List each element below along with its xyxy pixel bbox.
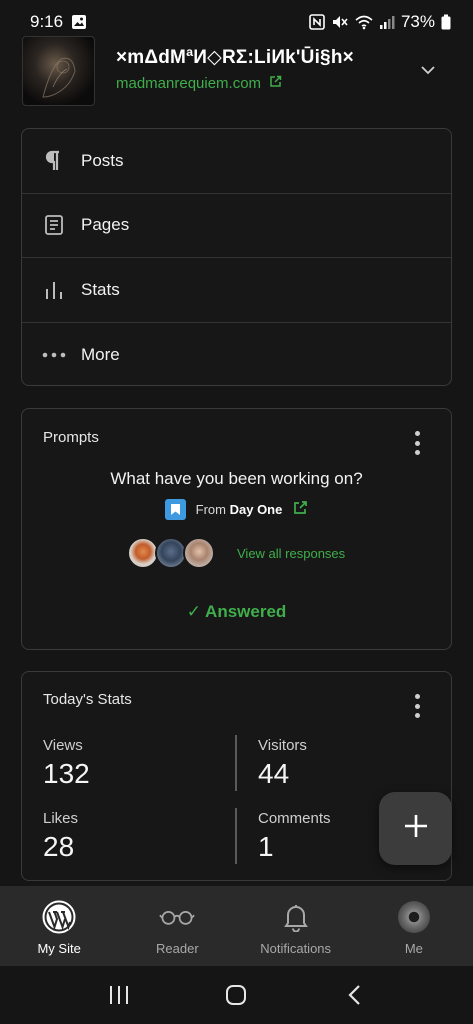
responses-row[interactable]: View all responses (127, 537, 345, 569)
menu-item-label: More (81, 344, 120, 364)
nav-reader[interactable]: Reader (118, 886, 236, 966)
site-menu-card: Posts Pages Stats More (21, 128, 452, 386)
nav-label: Notifications (260, 941, 332, 956)
stats-menu-icon[interactable] (413, 694, 421, 718)
stat-value: 28 (43, 831, 75, 862)
nav-label: Reader (156, 941, 199, 956)
more-horizontal-icon (42, 343, 66, 367)
site-url-text: madmanrequiem.com (116, 75, 262, 92)
mute-icon (331, 14, 349, 30)
prompt-source[interactable]: From Day One (22, 499, 451, 520)
stat-label: Views (43, 737, 83, 754)
glasses-icon (159, 899, 196, 935)
prompt-question: What have you been working on? (110, 469, 363, 488)
stat-value: 1 (258, 831, 274, 862)
source-prefix: From (195, 502, 226, 517)
stat-label: Likes (43, 810, 79, 827)
home-button[interactable] (216, 975, 256, 1015)
external-link-icon (292, 500, 308, 519)
site-header[interactable]: ×mΔdMªИ◇RΣ:LiИk'Ūi§h× madmanrequiem.com (0, 30, 473, 112)
stat-comments: Comments 1 (258, 810, 331, 863)
stat-visitors: Visitors 44 (258, 737, 307, 790)
bell-icon (278, 899, 314, 935)
stat-divider (235, 735, 237, 791)
bottom-nav: My Site Reader Notifications Me (0, 886, 473, 966)
nav-label: Me (404, 941, 423, 956)
stat-value: 132 (43, 758, 90, 789)
menu-item-pages[interactable]: Pages (22, 194, 451, 258)
bar-chart-icon (42, 278, 66, 302)
stat-views: Views 132 (43, 737, 90, 790)
site-url-link[interactable]: madmanrequiem.com (116, 75, 282, 92)
view-all-responses-link[interactable]: View all responses (237, 546, 345, 561)
nfc-icon (309, 14, 325, 30)
pilcrow-icon (42, 149, 66, 173)
wifi-icon (355, 14, 373, 30)
external-link-icon (269, 75, 282, 92)
nav-me[interactable]: Me (355, 886, 473, 966)
menu-item-posts[interactable]: Posts (22, 129, 451, 194)
battery-icon (441, 14, 451, 30)
menu-item-stats[interactable]: Stats (22, 258, 451, 323)
site-icon-image[interactable] (22, 36, 95, 106)
stat-likes: Likes 28 (43, 810, 78, 863)
signal-icon (379, 14, 395, 30)
recent-apps-button[interactable] (99, 975, 139, 1015)
stat-divider (235, 808, 237, 864)
nav-my-site[interactable]: My Site (0, 886, 118, 966)
page-icon (42, 213, 66, 237)
nav-label: My Site (37, 941, 81, 956)
prompts-card: Prompts What have you been working on? F… (21, 408, 452, 650)
nav-notifications[interactable]: Notifications (237, 886, 355, 966)
system-nav-bar (0, 966, 473, 1024)
status-time: 9:16 (30, 12, 64, 31)
menu-item-more[interactable]: More (22, 323, 451, 388)
plus-icon (403, 813, 429, 844)
battery-percent: 73% (400, 12, 435, 31)
prompts-title: Prompts (43, 429, 99, 446)
avatar-icon (396, 899, 432, 935)
site-title[interactable]: ×mΔdMªИ◇RΣ:LiИk'Ūi§h× (116, 46, 354, 69)
menu-item-label: Stats (81, 279, 120, 299)
stats-title: Today's Stats (43, 691, 132, 708)
stat-value: 44 (258, 758, 290, 789)
back-button[interactable] (334, 975, 374, 1015)
source-name: Day One (229, 502, 283, 517)
prompts-menu-icon[interactable] (413, 431, 421, 455)
stat-label: Comments (258, 810, 331, 827)
answered-status: ✓ Answered (186, 602, 287, 621)
create-fab-button[interactable] (379, 792, 452, 865)
menu-item-label: Pages (81, 215, 130, 235)
bookmark-icon (164, 499, 186, 520)
menu-item-label: Posts (81, 150, 124, 170)
gallery-notification-icon (71, 14, 87, 30)
chevron-down-icon[interactable] (418, 60, 438, 80)
stat-label: Visitors (258, 737, 307, 754)
response-avatar (183, 537, 215, 569)
wordpress-icon (41, 899, 77, 935)
